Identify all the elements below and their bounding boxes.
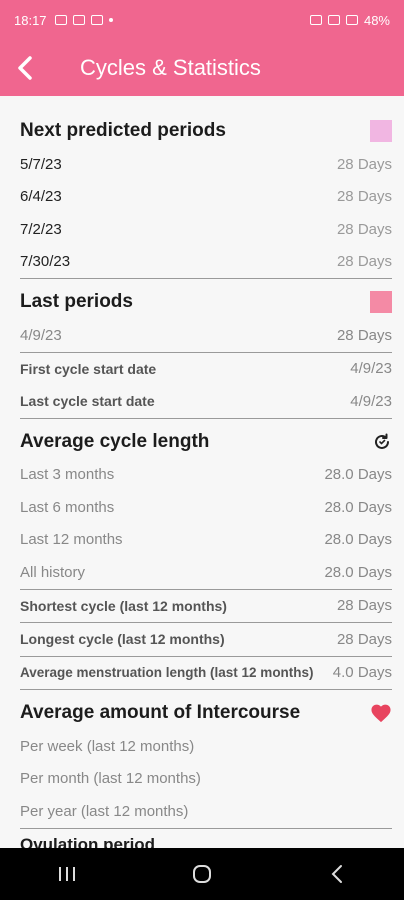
back-button[interactable] <box>0 40 50 96</box>
next-section-peek: Ovulation period <box>20 834 156 849</box>
predicted-row: 7/30/23 28 Days <box>20 246 392 279</box>
recent-apps-button[interactable] <box>37 854 97 894</box>
home-icon <box>192 865 211 883</box>
chat-notification-icon <box>90 15 103 25</box>
predicted-color-swatch <box>370 120 392 142</box>
intercourse-title: Average amount of Intercourse <box>20 702 301 723</box>
average-cycle-title: Average cycle length <box>20 430 210 452</box>
menstruation-value: 4.0 Days <box>332 664 392 682</box>
chevron-left-icon <box>18 56 32 80</box>
longest-cycle-value: 28 Days <box>336 630 392 648</box>
status-time: 18:17 <box>14 12 47 28</box>
predicted-row: 7/2/23 28 Days <box>20 213 392 246</box>
avg-cycle-value: 28.0 Days <box>324 531 392 549</box>
avg-cycle-label: Last 3 months <box>20 466 115 484</box>
avg-cycle-value: 28.0 Days <box>324 563 392 581</box>
predicted-days: 28 Days <box>336 188 392 206</box>
shortest-cycle-label: Shortest cycle (last 12 months) <box>20 597 227 614</box>
back-arrow-icon <box>331 865 342 883</box>
battery-level: 48% <box>363 12 390 28</box>
first-cycle-label: First cycle start date <box>20 360 157 377</box>
first-cycle-row: First cycle start date 4/9/23 <box>20 353 392 386</box>
avg-cycle-label: All history <box>20 563 86 581</box>
image-notification-icon <box>54 15 67 25</box>
next-predicted-header: Next predicted periods <box>20 114 392 148</box>
intercourse-label: Per year (last 12 months) <box>20 802 189 820</box>
last-period-row: 4/9/23 28 Days <box>20 319 392 352</box>
shortest-cycle-value: 28 Days <box>336 597 392 615</box>
predicted-date: 7/30/23 <box>20 253 71 271</box>
refresh-icon[interactable] <box>372 432 392 452</box>
system-back-button[interactable] <box>307 854 367 894</box>
page-title: Cycles & Statistics <box>80 55 261 80</box>
statistics-content[interactable]: Next predicted periods 5/7/23 28 Days 6/4… <box>0 96 404 848</box>
average-cycle-header: Average cycle length <box>20 425 392 459</box>
last-periods-title: Last periods <box>20 291 133 312</box>
intercourse-row: Per week (last 12 months) <box>20 730 392 763</box>
system-nav-bar <box>0 848 404 900</box>
intercourse-label: Per month (last 12 months) <box>20 770 201 788</box>
notification-icons <box>54 15 113 25</box>
last-cycle-row: Last cycle start date 4/9/23 <box>20 385 392 418</box>
status-bar: 18:17 48% <box>0 0 404 40</box>
predicted-days: 28 Days <box>336 155 392 173</box>
more-notifications-dot-icon <box>108 18 113 22</box>
last-cycle-value: 4/9/23 <box>350 392 392 410</box>
avg-cycle-value: 28.0 Days <box>324 498 392 516</box>
next-predicted-list: 5/7/23 28 Days 6/4/23 28 Days 7/2/23 28 Day… <box>20 148 392 278</box>
wifi-icon <box>327 15 340 25</box>
system-icons: 48% <box>309 12 390 28</box>
home-button[interactable] <box>172 854 232 894</box>
divider <box>20 417 392 419</box>
avg-cycle-value: 28.0 Days <box>324 466 392 484</box>
first-cycle-value: 4/9/23 <box>350 360 392 378</box>
menstruation-label: Average menstruation length (last 12 mon… <box>20 665 314 681</box>
predicted-date: 5/7/23 <box>20 155 62 173</box>
app-bar: Cycles & Statistics <box>0 40 404 96</box>
next-predicted-title: Next predicted periods <box>20 120 226 141</box>
last-period-date: 4/9/23 <box>20 326 62 344</box>
avg-cycle-label: Last 12 months <box>20 531 123 549</box>
avg-cycle-row: Last 3 months 28.0 Days <box>20 459 392 492</box>
last-periods-header: Last periods <box>20 285 392 319</box>
intercourse-header: Average amount of Intercourse <box>20 696 392 730</box>
avg-cycle-row: Last 6 months 28.0 Days <box>20 491 392 524</box>
divider <box>20 689 392 690</box>
alarm-icon <box>309 15 322 25</box>
predicted-row: 6/4/23 28 Days <box>20 181 392 214</box>
last-cycle-label: Last cycle start date <box>20 393 155 410</box>
intercourse-row: Per year (last 12 months) <box>20 795 392 828</box>
menstruation-row: Average menstruation length (last 12 mon… <box>20 657 392 690</box>
avg-cycle-label: Last 6 months <box>20 498 115 516</box>
avg-cycle-row: Last 12 months 28.0 Days <box>20 524 392 557</box>
longest-cycle-label: Longest cycle (last 12 months) <box>20 631 225 648</box>
intercourse-row: Per month (last 12 months) <box>20 763 392 796</box>
predicted-row: 5/7/23 28 Days <box>20 148 392 181</box>
intercourse-label: Per week (last 12 months) <box>20 737 195 755</box>
divider <box>20 827 392 829</box>
message-notification-icon <box>72 15 85 25</box>
shortest-cycle-row: Shortest cycle (last 12 months) 28 Days <box>20 590 392 623</box>
recent-apps-icon <box>59 867 76 881</box>
signal-icon <box>345 15 358 25</box>
predicted-date: 6/4/23 <box>20 188 62 206</box>
last-periods-color-swatch <box>370 291 392 313</box>
last-period-days: 28 Days <box>336 326 392 344</box>
predicted-date: 7/2/23 <box>20 220 62 238</box>
heart-icon <box>371 704 391 723</box>
predicted-days: 28 Days <box>336 220 392 238</box>
predicted-days: 28 Days <box>336 253 392 271</box>
divider <box>20 278 392 279</box>
longest-cycle-row: Longest cycle (last 12 months) 28 Days <box>20 623 392 656</box>
avg-cycle-row: All history 28.0 Days <box>20 556 392 589</box>
